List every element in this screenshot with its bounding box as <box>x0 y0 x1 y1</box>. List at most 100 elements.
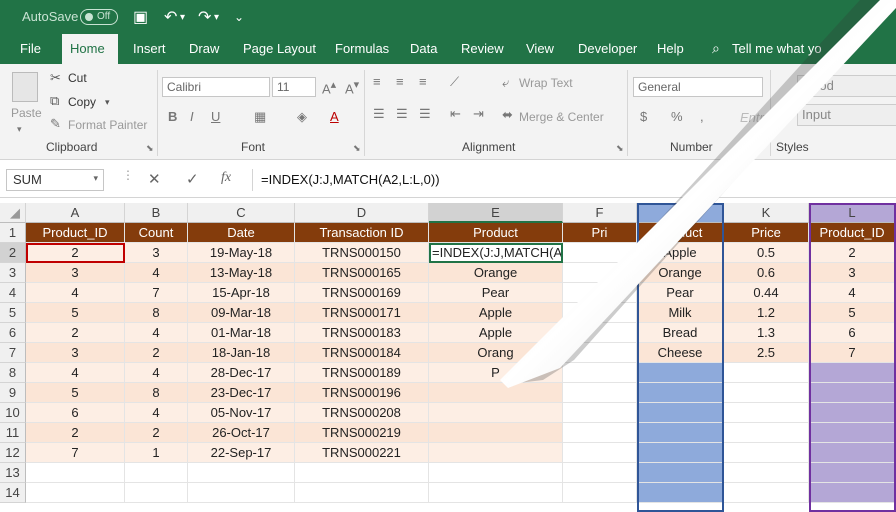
lookup-empty-cell[interactable] <box>724 463 809 483</box>
grow-font-icon[interactable]: A▴ <box>322 78 336 96</box>
lookup-cell[interactable]: 2 <box>809 243 896 263</box>
wrap-text-button[interactable]: Wrap Text <box>519 76 573 90</box>
table-cell[interactable]: 2 <box>125 343 188 363</box>
table-cell[interactable]: TRNS000171 <box>295 303 429 323</box>
table-cell[interactable]: 7 <box>125 283 188 303</box>
empty-cell[interactable] <box>563 403 637 423</box>
lookup-cell[interactable]: 1.3 <box>724 323 809 343</box>
cancel-icon[interactable]: ✕ <box>148 170 161 188</box>
formula-input[interactable]: =INDEX(J:J,MATCH(A2,L:L,0)) <box>252 169 896 191</box>
active-cell[interactable]: =INDEX(J:J,MATCH(A2 <box>429 243 563 263</box>
lookup-empty-cell[interactable] <box>809 403 896 423</box>
table-cell[interactable]: 3 <box>26 343 125 363</box>
tab-page-layout[interactable]: Page Layout <box>243 41 316 56</box>
lookup-cell[interactable]: Cheese <box>637 343 724 363</box>
lookup-cell[interactable]: 0.6 <box>724 263 809 283</box>
lookup-empty-cell[interactable] <box>809 483 896 503</box>
increase-indent-icon[interactable]: ⇥ <box>473 106 484 122</box>
tab-file[interactable]: File <box>20 41 41 56</box>
table-cell[interactable]: TRNS000183 <box>295 323 429 343</box>
lookup-empty-cell[interactable] <box>637 403 724 423</box>
table-cell[interactable]: 8 <box>125 383 188 403</box>
lookup-empty-cell[interactable] <box>637 383 724 403</box>
align-right-icon[interactable]: ☰ <box>419 106 431 122</box>
table-cell[interactable]: 5 <box>26 383 125 403</box>
enter-icon[interactable]: ✓ <box>186 170 199 188</box>
align-center-icon[interactable]: ☰ <box>396 106 408 122</box>
lookup-empty-cell[interactable] <box>809 423 896 443</box>
row-header-2[interactable]: 2 <box>0 243 26 263</box>
column-header-c[interactable]: C <box>188 203 295 223</box>
table-cell[interactable]: 05-Nov-17 <box>188 403 295 423</box>
format-painter-icon[interactable]: ✎ <box>50 116 61 132</box>
redo-dropdown-icon[interactable]: ▾ <box>214 12 219 23</box>
table-cell[interactable]: 2 <box>26 423 125 443</box>
table-cell[interactable]: TRNS000221 <box>295 443 429 463</box>
empty-cell[interactable] <box>295 483 429 503</box>
header-cell[interactable]: Product <box>429 223 563 243</box>
lookup-header-cell[interactable]: Price <box>724 223 809 243</box>
bottom-align-icon[interactable]: ≡ <box>419 74 427 89</box>
row-header-10[interactable]: 10 <box>0 403 26 423</box>
lookup-empty-cell[interactable] <box>724 483 809 503</box>
tab-formulas[interactable]: Formulas <box>335 41 389 56</box>
table-cell[interactable]: Apple <box>429 323 563 343</box>
empty-cell[interactable] <box>563 483 637 503</box>
column-header-b[interactable]: B <box>125 203 188 223</box>
top-align-icon[interactable]: ≡ <box>373 74 381 89</box>
table-cell[interactable]: TRNS000196 <box>295 383 429 403</box>
paste-icon[interactable] <box>12 72 38 102</box>
alignment-launcher-icon[interactable]: ⬊ <box>616 143 624 154</box>
table-cell[interactable]: Orang <box>429 343 563 363</box>
tab-data[interactable]: Data <box>410 41 437 56</box>
comma-style-icon[interactable]: , <box>700 109 704 124</box>
row-header-11[interactable]: 11 <box>0 423 26 443</box>
lookup-empty-cell[interactable] <box>637 443 724 463</box>
lookup-header-cell[interactable]: Product_ID <box>809 223 896 243</box>
lookup-cell[interactable]: Bread <box>637 323 724 343</box>
table-cell[interactable] <box>429 383 563 403</box>
empty-cell[interactable] <box>429 483 563 503</box>
table-cell[interactable]: 15-Apr-18 <box>188 283 295 303</box>
lookup-cell[interactable]: 5 <box>809 303 896 323</box>
shrink-font-icon[interactable]: A▾ <box>345 78 359 96</box>
row-header-4[interactable]: 4 <box>0 283 26 303</box>
cut-icon[interactable]: ✂ <box>50 70 61 86</box>
empty-cell[interactable] <box>429 463 563 483</box>
empty-cell[interactable] <box>563 383 637 403</box>
paste-dropdown-icon[interactable]: ▾ <box>17 124 22 135</box>
table-cell[interactable]: Pear <box>429 283 563 303</box>
customize-toolbar-icon[interactable]: ⌄ <box>234 10 244 24</box>
empty-cell[interactable] <box>125 483 188 503</box>
empty-cell[interactable] <box>26 463 125 483</box>
table-cell[interactable]: 18-Jan-18 <box>188 343 295 363</box>
lookup-cell[interactable]: Pear <box>637 283 724 303</box>
cut-button[interactable]: Cut <box>68 71 87 85</box>
formula-bar-grip-icon[interactable]: ⋮ <box>122 168 134 182</box>
clipboard-launcher-icon[interactable]: ⬊ <box>146 143 154 154</box>
lookup-empty-cell[interactable] <box>637 483 724 503</box>
italic-icon[interactable]: I <box>190 109 194 124</box>
insert-function-icon[interactable]: fx <box>221 170 231 186</box>
copy-icon[interactable]: ⧉ <box>50 93 59 109</box>
row-header-8[interactable]: 8 <box>0 363 26 383</box>
lookup-header-cell[interactable]: Product <box>637 223 724 243</box>
table-cell[interactable]: TRNS000189 <box>295 363 429 383</box>
middle-align-icon[interactable]: ≡ <box>396 74 404 89</box>
table-cell[interactable]: TRNS000169 <box>295 283 429 303</box>
empty-cell[interactable] <box>563 243 637 263</box>
underline-icon[interactable]: U <box>211 109 220 124</box>
row-header-5[interactable]: 5 <box>0 303 26 323</box>
tab-view[interactable]: View <box>526 41 554 56</box>
tab-draw[interactable]: Draw <box>189 41 219 56</box>
lookup-empty-cell[interactable] <box>809 463 896 483</box>
bold-icon[interactable]: B <box>168 109 177 124</box>
empty-cell[interactable] <box>295 463 429 483</box>
empty-cell[interactable] <box>563 443 637 463</box>
table-cell[interactable]: 4 <box>26 283 125 303</box>
row-header-13[interactable]: 13 <box>0 463 26 483</box>
undo-dropdown-icon[interactable]: ▾ <box>180 12 185 23</box>
empty-cell[interactable] <box>563 303 637 323</box>
column-header-l[interactable]: L <box>809 203 896 223</box>
table-cell[interactable]: 19-May-18 <box>188 243 295 263</box>
